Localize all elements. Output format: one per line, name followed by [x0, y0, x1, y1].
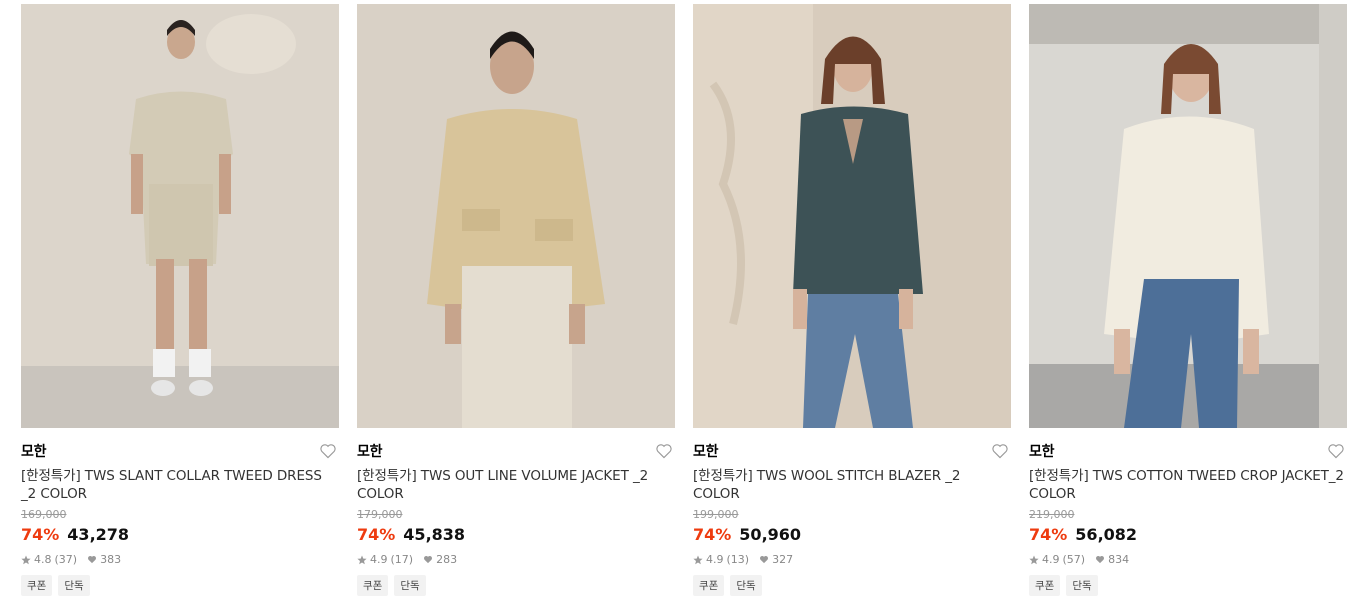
star-icon	[693, 555, 703, 564]
original-price: 169,000	[21, 508, 67, 521]
sale-price: 50,960	[739, 525, 802, 544]
exclusive-tag: 단독	[1066, 575, 1098, 596]
heart-filled-icon	[424, 556, 433, 564]
star-icon	[1029, 555, 1039, 564]
product-title[interactable]: [한정특가] TWS WOOL STITCH BLAZER _2 COLOR	[693, 467, 1011, 503]
heart-outline-icon[interactable]	[655, 443, 673, 459]
review-count: (17)	[390, 553, 414, 566]
heart-outline-icon[interactable]	[991, 443, 1009, 459]
star-icon	[21, 555, 31, 564]
sale-price: 43,278	[67, 525, 130, 544]
coupon-tag: 쿠폰	[21, 575, 53, 596]
heart-outline-icon[interactable]	[1327, 443, 1345, 459]
heart-filled-icon	[760, 556, 769, 564]
brand-name[interactable]: 모한	[357, 441, 383, 461]
original-price: 219,000	[1029, 508, 1075, 521]
product-card[interactable]: 모한 [한정특가] TWS COTTON TWEED CROP JACKET_2…	[1029, 4, 1347, 596]
heart-filled-icon	[1096, 556, 1105, 564]
product-title[interactable]: [한정특가] TWS SLANT COLLAR TWEED DRESS _2 C…	[21, 467, 339, 503]
discount-rate: 74%	[21, 525, 60, 544]
rating: 4.9	[1042, 553, 1060, 566]
discount-rate: 74%	[693, 525, 732, 544]
original-price: 199,000	[693, 508, 739, 521]
discount-rate: 74%	[1029, 525, 1068, 544]
product-title[interactable]: [한정특가] TWS OUT LINE VOLUME JACKET _2 COL…	[357, 467, 675, 503]
coupon-tag: 쿠폰	[357, 575, 389, 596]
exclusive-tag: 단독	[394, 575, 426, 596]
product-image[interactable]	[1029, 4, 1347, 428]
exclusive-tag: 단독	[58, 575, 90, 596]
product-card[interactable]: 모한 [한정특가] TWS SLANT COLLAR TWEED DRESS _…	[21, 4, 339, 596]
like-count: 383	[100, 553, 122, 566]
product-image[interactable]	[21, 4, 339, 428]
original-price: 179,000	[357, 508, 403, 521]
exclusive-tag: 단독	[730, 575, 762, 596]
star-icon	[357, 555, 367, 564]
rating: 4.9	[370, 553, 388, 566]
review-count: (57)	[1062, 553, 1086, 566]
sale-price: 56,082	[1075, 525, 1138, 544]
review-count: (13)	[726, 553, 750, 566]
coupon-tag: 쿠폰	[693, 575, 725, 596]
like-count: 327	[772, 553, 794, 566]
product-card[interactable]: 모한 [한정특가] TWS WOOL STITCH BLAZER _2 COLO…	[693, 4, 1011, 596]
heart-outline-icon[interactable]	[319, 443, 337, 459]
like-count: 283	[436, 553, 458, 566]
rating: 4.9	[706, 553, 724, 566]
review-count: (37)	[54, 553, 78, 566]
brand-name[interactable]: 모한	[1029, 441, 1055, 461]
product-image[interactable]	[357, 4, 675, 428]
like-count: 834	[1108, 553, 1130, 566]
sale-price: 45,838	[403, 525, 466, 544]
heart-filled-icon	[88, 556, 97, 564]
product-grid: 모한 [한정특가] TWS SLANT COLLAR TWEED DRESS _…	[0, 0, 1350, 608]
brand-name[interactable]: 모한	[21, 441, 47, 461]
rating: 4.8	[34, 553, 52, 566]
coupon-tag: 쿠폰	[1029, 575, 1061, 596]
product-image[interactable]	[693, 4, 1011, 428]
brand-name[interactable]: 모한	[693, 441, 719, 461]
product-card[interactable]: 모한 [한정특가] TWS OUT LINE VOLUME JACKET _2 …	[357, 4, 675, 596]
discount-rate: 74%	[357, 525, 396, 544]
product-title[interactable]: [한정특가] TWS COTTON TWEED CROP JACKET_2 CO…	[1029, 467, 1347, 503]
